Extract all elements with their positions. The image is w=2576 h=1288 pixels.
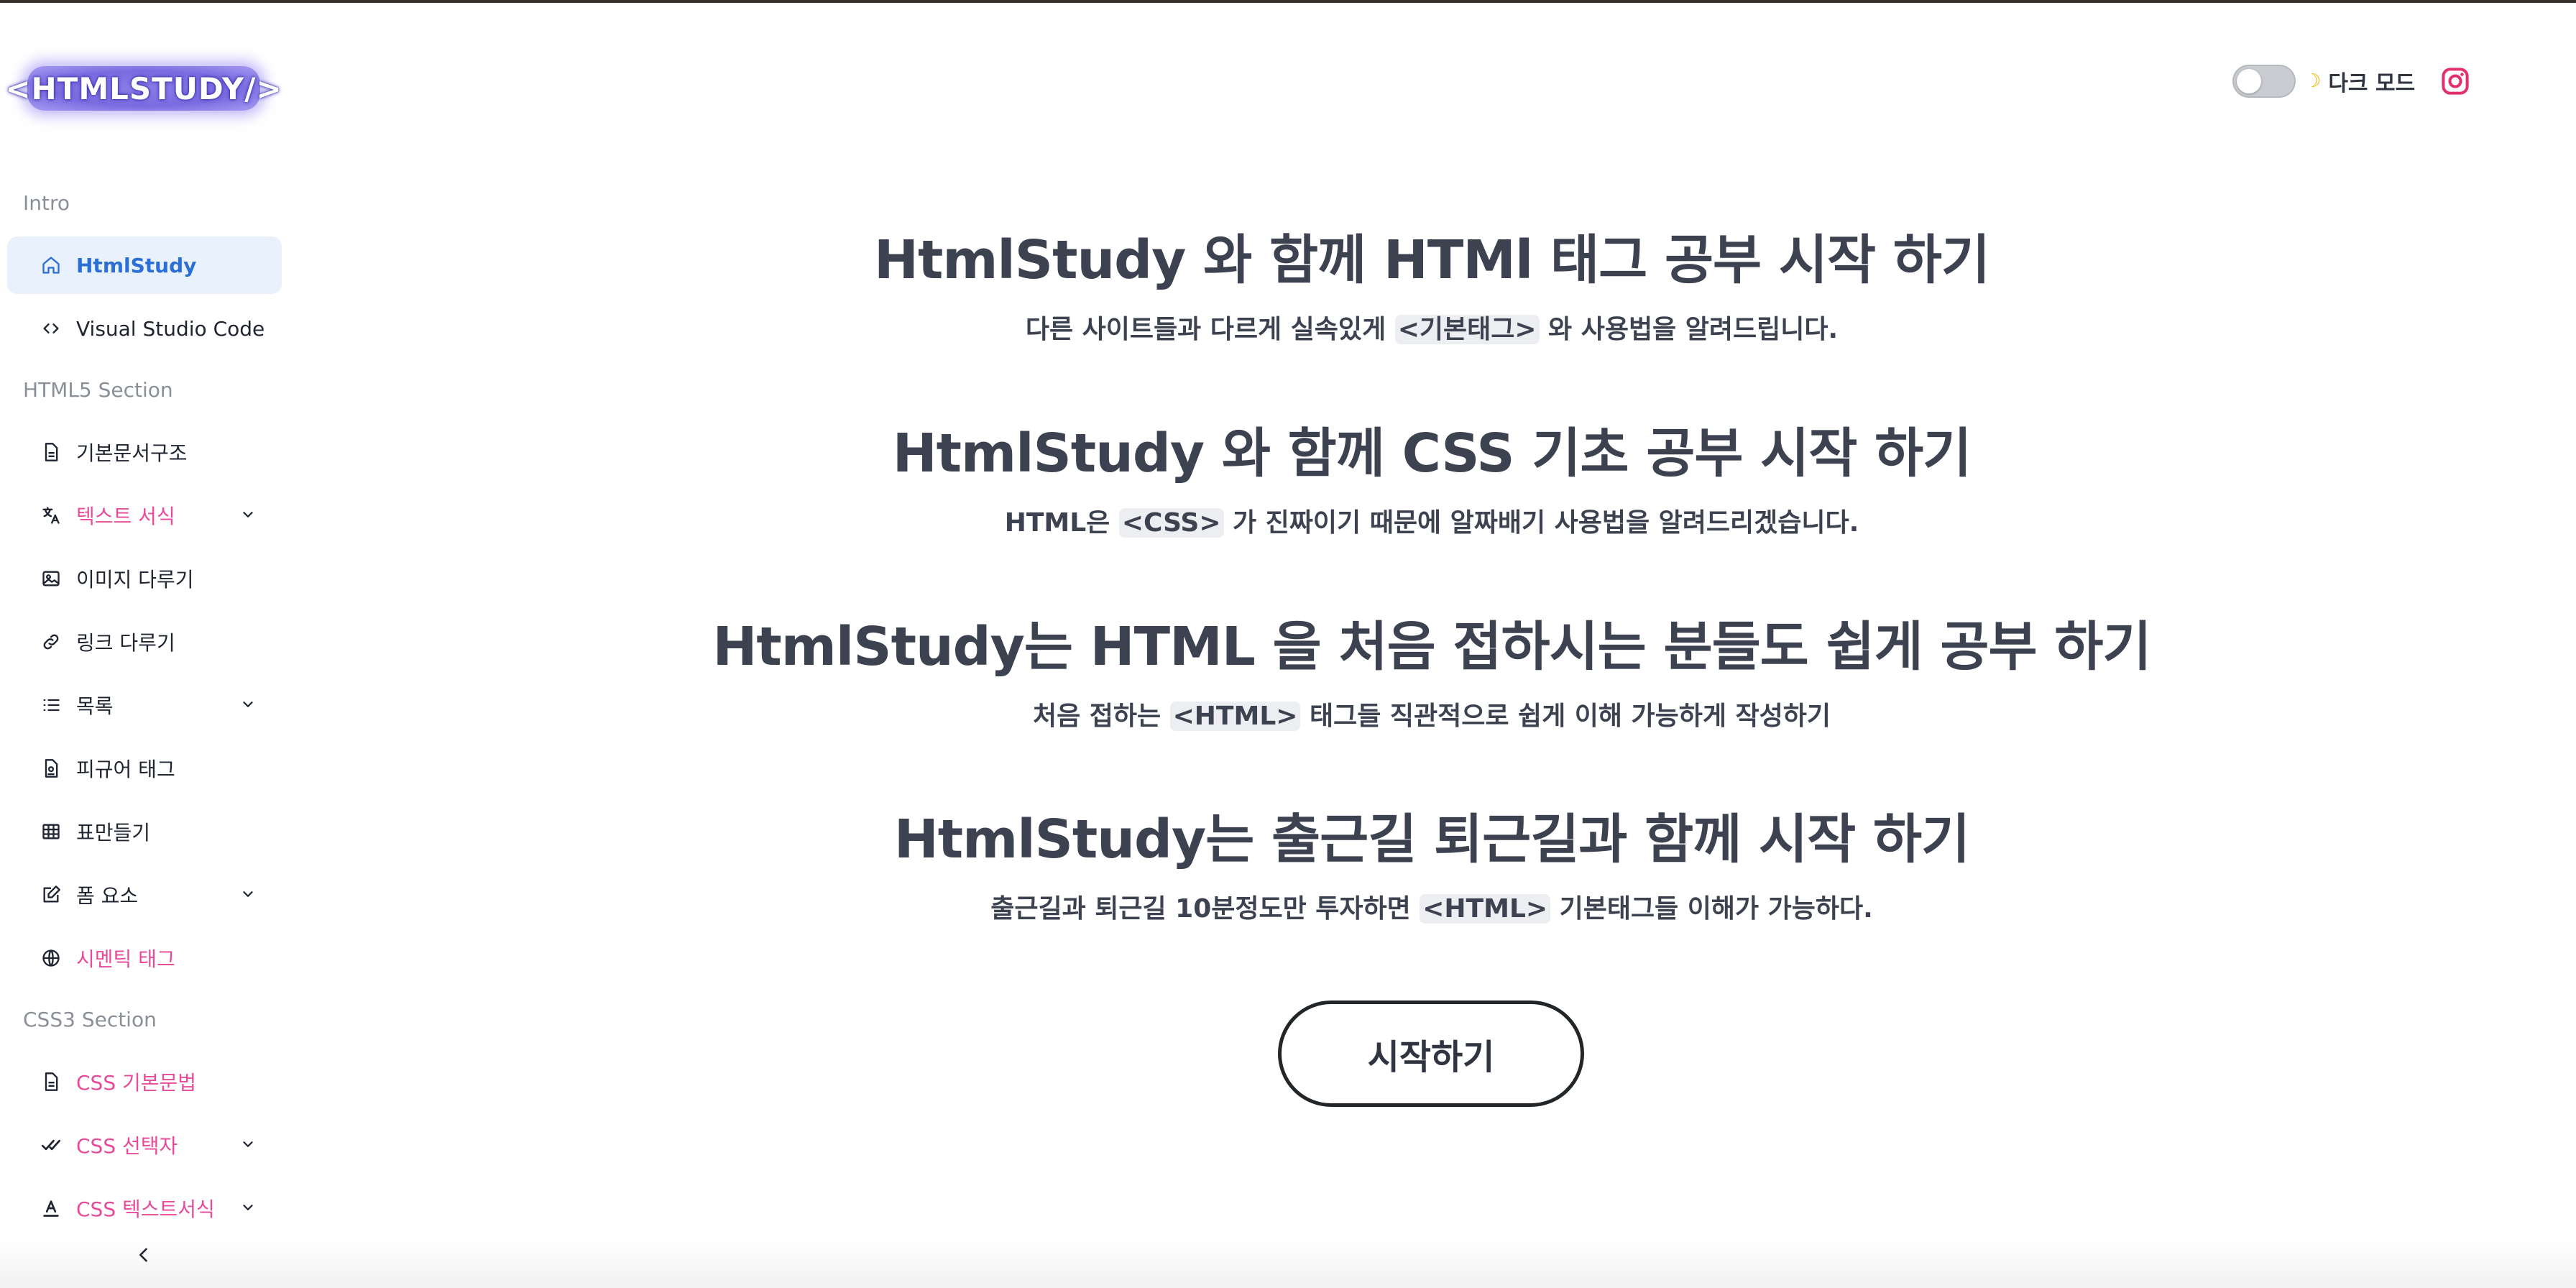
section-title-intro: Intro xyxy=(23,191,70,215)
sidebar-item-links[interactable]: 링크 다루기 xyxy=(7,613,282,671)
check-icon xyxy=(40,1134,62,1156)
code-tag: <기본태그> xyxy=(1394,315,1540,344)
chevron-down-icon[interactable] xyxy=(240,696,256,712)
sidebar-item-label: 링크 다루기 xyxy=(76,631,175,655)
sidebar-item-tables[interactable]: 표만들기 xyxy=(7,803,282,860)
home-icon xyxy=(40,254,62,276)
sidebar-item-semantic-tags[interactable]: 시멘틱 태그 xyxy=(7,929,282,987)
sidebar-item-htmlstudy[interactable]: HtmlStudy xyxy=(7,236,282,294)
sidebar-item-label: 표만들기 xyxy=(76,821,151,845)
intro-heading: HtmlStudy는 출근길 퇴근길과 함께 시작 하기 xyxy=(893,809,1970,870)
sidebar-item-label: 목록 xyxy=(76,694,114,718)
chevron-down-icon[interactable] xyxy=(240,886,256,902)
intro-description: 출근길과 퇴근길 10분정도만 투자하면 <HTML> 기본태그들 이해가 가능… xyxy=(990,894,1873,924)
code-tag: <HTML> xyxy=(1420,894,1551,924)
intro-block: HtmlStudy 와 함께 CSS 기초 공부 시작 하기 HTML은 <CS… xyxy=(288,410,2576,539)
sidebar-item-images[interactable]: 이미지 다루기 xyxy=(7,550,282,607)
sidebar-item-visual-studio-code[interactable]: Visual Studio Code xyxy=(7,300,282,357)
text-format-icon xyxy=(40,1197,62,1219)
edit-icon xyxy=(40,884,62,906)
sidebar-item-label: 피규어 태그 xyxy=(76,758,175,781)
start-button[interactable]: 시작하기 xyxy=(1278,1000,1584,1107)
intro-block: HtmlStudy 와 함께 HTMl 태그 공부 시작 하기 다른 사이트들과… xyxy=(288,217,2576,346)
sidebar-item-label: CSS 기본문법 xyxy=(76,1071,197,1095)
document-icon xyxy=(40,1071,62,1092)
intro-description: 다른 사이트들과 다르게 실속있게 <기본태그> 와 사용법을 알려드립니다. xyxy=(1025,315,1839,344)
list-icon xyxy=(40,694,62,716)
section-title-html5: HTML5 Section xyxy=(23,378,173,402)
chevron-down-icon[interactable] xyxy=(240,507,256,523)
table-icon xyxy=(40,821,62,842)
sidebar-item-label: 폼 요소 xyxy=(76,884,139,908)
sidebar-item-css-text-format[interactable]: CSS 텍스트서식 xyxy=(7,1179,282,1237)
image-icon xyxy=(40,568,62,589)
chevron-left-icon[interactable] xyxy=(134,1242,154,1268)
link-icon xyxy=(40,631,62,653)
sidebar-item-label: 기본문서구조 xyxy=(76,441,188,465)
intro-description: HTML은 <CSS> 가 진짜이기 때문에 알짜배기 사용법을 알려드리겠습니… xyxy=(1004,508,1859,538)
sidebar-item-figure-tag[interactable]: 피규어 태그 xyxy=(7,740,282,797)
chevron-down-icon[interactable] xyxy=(240,1200,256,1215)
site-logo[interactable]: <HTMLSTUDY/> xyxy=(5,66,282,111)
sidebar-item-label: 텍스트 서식 xyxy=(76,505,175,528)
sidebar-item-css-selectors[interactable]: CSS 선택자 xyxy=(7,1116,282,1174)
intro-block: HtmlStudy는 HTML 을 처음 접하시는 분들도 쉽게 공부 하기 처… xyxy=(288,604,2576,732)
sidebar-item-css-basic-syntax[interactable]: CSS 기본문법 xyxy=(7,1053,282,1110)
intro-block: HtmlStudy는 출근길 퇴근길과 함께 시작 하기 출근길과 퇴근길 10… xyxy=(288,796,2576,925)
sidebar-item-text-format[interactable]: 텍스트 서식 xyxy=(7,487,282,544)
sidebar-item-lists[interactable]: 목록 xyxy=(7,676,282,734)
chevron-down-icon[interactable] xyxy=(240,1136,256,1152)
code-icon xyxy=(40,318,62,339)
intro-heading: HtmlStudy는 HTML 을 처음 접하시는 분들도 쉽게 공부 하기 xyxy=(712,616,2152,678)
figure-icon xyxy=(40,758,62,779)
intro-heading: HtmlStudy 와 함께 CSS 기초 공부 시작 하기 xyxy=(892,423,1972,484)
translate-icon xyxy=(40,505,62,526)
sidebar-item-label: CSS 선택자 xyxy=(76,1134,178,1158)
sidebar-item-basic-document-structure[interactable]: 기본문서구조 xyxy=(7,423,282,481)
sidebar-item-label: CSS 텍스트서식 xyxy=(76,1197,215,1221)
sidebar-item-label: HtmlStudy xyxy=(76,253,197,277)
intro-description: 처음 접하는 <HTML> 태그들 직관적으로 쉽게 이해 가능하게 작성하기 xyxy=(1032,702,1831,731)
code-tag: <CSS> xyxy=(1118,508,1224,538)
sidebar-item-form-elements[interactable]: 폼 요소 xyxy=(7,866,282,924)
section-title-css3: CSS3 Section xyxy=(23,1008,157,1031)
document-icon xyxy=(40,441,62,463)
intro-heading: HtmlStudy 와 함께 HTMl 태그 공부 시작 하기 xyxy=(874,229,1990,291)
sidebar-item-label: 시멘틱 태그 xyxy=(76,947,175,971)
main-content: HtmlStudy 와 함께 HTMl 태그 공부 시작 하기 다른 사이트들과… xyxy=(288,0,2576,1288)
globe-icon xyxy=(40,947,62,969)
code-tag: <HTML> xyxy=(1169,702,1301,731)
sidebar-item-label: 이미지 다루기 xyxy=(76,568,194,592)
sidebar-item-label: Visual Studio Code xyxy=(76,316,265,341)
